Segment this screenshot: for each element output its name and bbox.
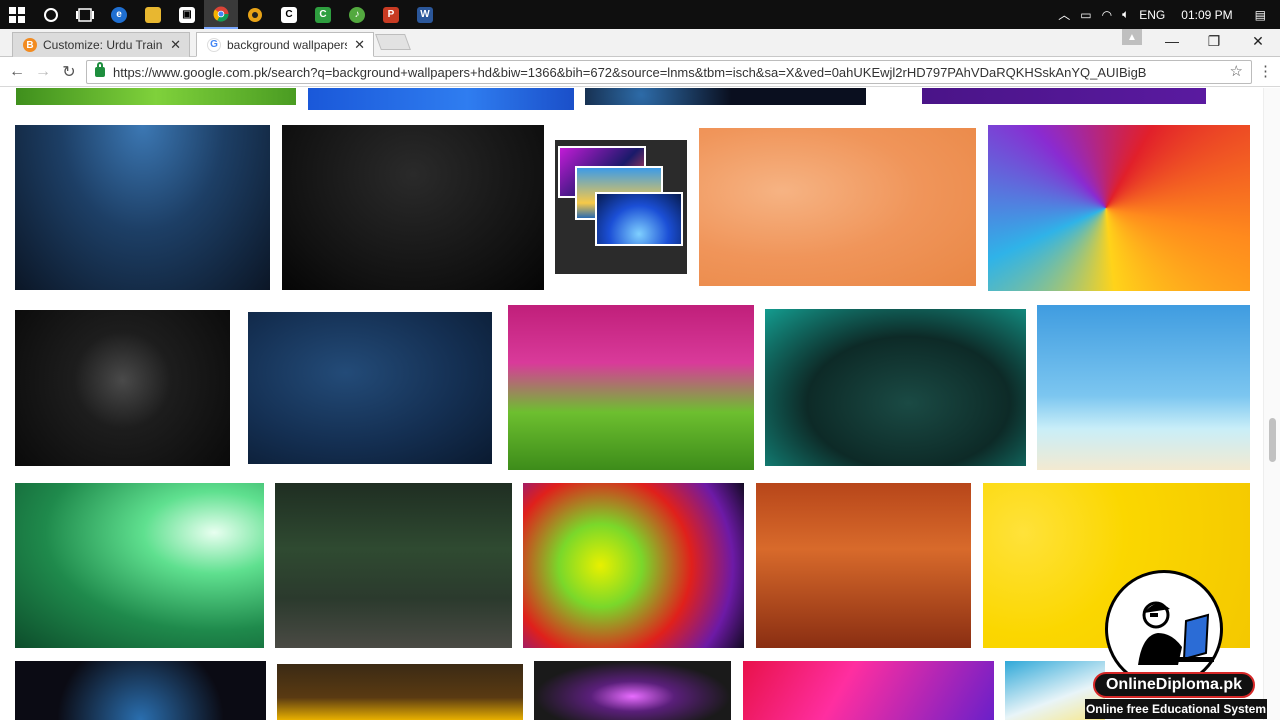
image-result[interactable]	[699, 128, 976, 286]
bookmark-star-icon[interactable]: ☆	[1230, 62, 1243, 80]
task-view-icon[interactable]	[68, 0, 102, 29]
scrollbar-thumb[interactable]	[1269, 418, 1276, 462]
chrome-icon[interactable]	[204, 0, 238, 29]
battery-icon[interactable]: ▭	[1080, 8, 1091, 22]
chevron-up-icon[interactable]: ︿	[1058, 6, 1070, 23]
image-result[interactable]	[508, 305, 754, 470]
wifi-icon[interactable]: ◠	[1102, 8, 1112, 22]
profile-icon[interactable]: ▲	[1122, 29, 1142, 45]
image-result[interactable]	[922, 88, 1206, 104]
minimize-button[interactable]: —	[1150, 29, 1194, 53]
new-tab-button[interactable]	[375, 34, 411, 50]
image-result[interactable]	[523, 483, 744, 648]
word-icon[interactable]: W	[408, 0, 442, 29]
chrome-menu-icon[interactable]: ⋮	[1258, 63, 1273, 81]
image-result[interactable]	[1037, 305, 1250, 470]
start-icon[interactable]	[0, 0, 34, 29]
cortana-icon[interactable]	[34, 0, 68, 29]
image-result[interactable]	[555, 140, 687, 274]
image-result[interactable]	[585, 88, 866, 105]
camtasia-icon[interactable]: C	[272, 0, 306, 29]
excel-icon[interactable]: C	[306, 0, 340, 29]
browser-toolbar: ← → ↻ https://www.google.com.pk/search?q…	[0, 57, 1280, 87]
system-tray: ︿ ▭ ◠ 🔈︎ ENG 01:09 PM ▤	[1058, 0, 1280, 29]
clock[interactable]: 01:09 PM	[1181, 8, 1232, 22]
reload-icon[interactable]: ↻	[58, 61, 80, 83]
logo-circle	[1105, 570, 1223, 688]
tab-strip: B Customize: Urdu Training ✕ G backgroun…	[0, 29, 1280, 57]
image-result[interactable]	[275, 483, 512, 648]
image-result[interactable]	[988, 125, 1250, 291]
image-result[interactable]	[765, 309, 1026, 466]
language-indicator[interactable]: ENG	[1139, 8, 1165, 22]
close-icon[interactable]: ✕	[354, 37, 365, 53]
tab-label: background wallpapers	[227, 37, 347, 52]
google-icon: G	[207, 37, 221, 52]
image-result[interactable]	[534, 661, 731, 720]
image-result[interactable]	[16, 88, 296, 105]
powerpoint-icon[interactable]: P	[374, 0, 408, 29]
image-result[interactable]	[15, 125, 270, 290]
file-explorer-icon[interactable]	[136, 0, 170, 29]
edge-icon[interactable]: e	[102, 0, 136, 29]
lock-icon[interactable]	[95, 62, 105, 77]
app-green-icon[interactable]: ♪	[340, 0, 374, 29]
volume-icon[interactable]: 🔈︎	[1122, 7, 1129, 22]
store-icon[interactable]: ▣	[170, 0, 204, 29]
close-window-button[interactable]: ✕	[1236, 29, 1280, 53]
image-result[interactable]	[743, 661, 994, 720]
app-icon[interactable]	[238, 0, 272, 29]
image-result[interactable]	[308, 88, 574, 110]
image-result[interactable]	[756, 483, 971, 648]
close-icon[interactable]: ✕	[170, 37, 181, 53]
back-icon[interactable]: ←	[6, 61, 28, 83]
action-center-icon[interactable]: ▤	[1255, 8, 1266, 22]
onlinediploma-watermark: OnlineDiploma.pk Online free Educational…	[1085, 568, 1267, 720]
image-result[interactable]	[248, 312, 492, 464]
watermark-title: OnlineDiploma.pk	[1093, 672, 1255, 698]
image-result[interactable]	[15, 661, 266, 720]
image-result[interactable]	[282, 125, 544, 290]
tab-background-wallpapers[interactable]: G background wallpapers ✕	[196, 32, 374, 57]
image-result[interactable]	[277, 664, 523, 720]
windows-taskbar: e ▣ C C ♪ P W ︿ ▭ ◠ 🔈︎ ENG 01:09 PM ▤	[0, 0, 1280, 29]
image-result[interactable]	[15, 483, 264, 648]
watermark-subtitle: Online free Educational System	[1085, 699, 1267, 719]
forward-icon[interactable]: →	[32, 61, 54, 83]
blogger-icon: B	[23, 38, 37, 52]
url-text[interactable]: https://www.google.com.pk/search?q=backg…	[113, 65, 1146, 80]
tab-customize[interactable]: B Customize: Urdu Training ✕	[12, 32, 190, 57]
tab-label: Customize: Urdu Training	[43, 38, 163, 52]
image-result[interactable]	[15, 310, 230, 466]
restore-button[interactable]: ❐	[1192, 29, 1236, 53]
person-at-laptop-icon	[1138, 601, 1214, 665]
address-bar[interactable]: https://www.google.com.pk/search?q=backg…	[86, 60, 1252, 84]
